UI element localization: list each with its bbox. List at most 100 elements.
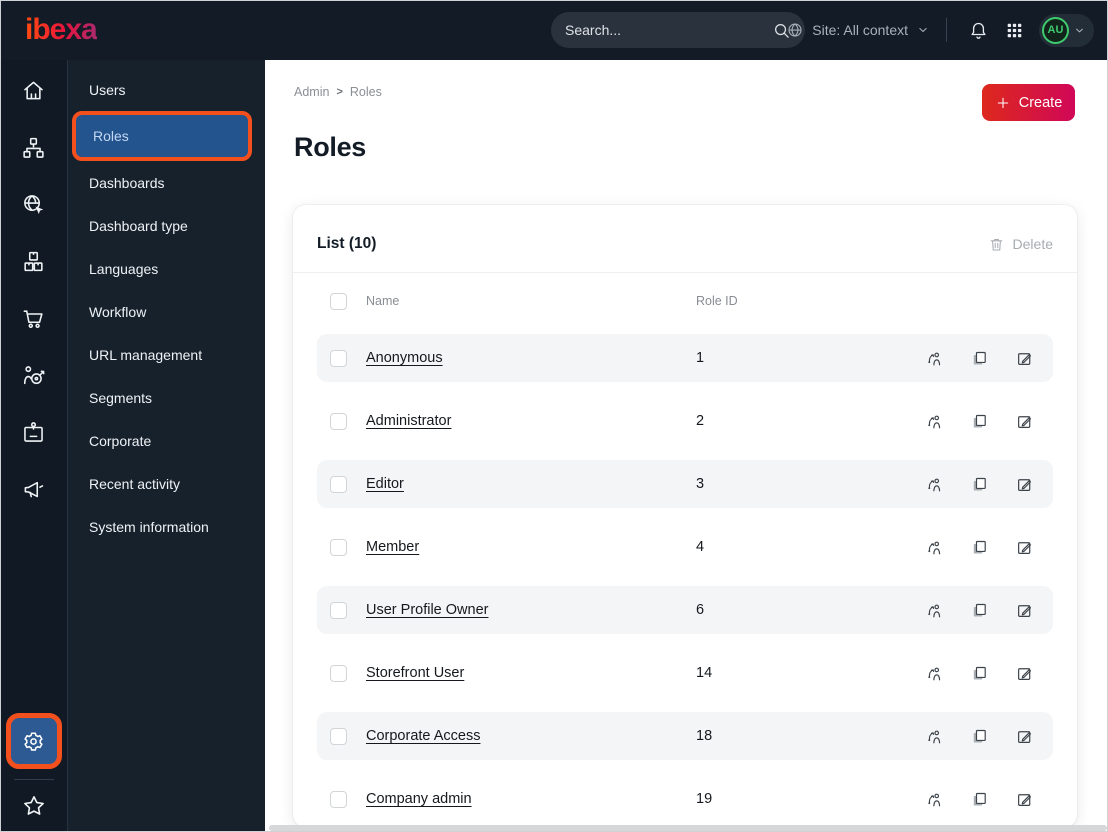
row-checkbox[interactable]	[330, 790, 347, 808]
sidebar-item-corporate[interactable]: Corporate	[68, 419, 265, 462]
row-checkbox[interactable]	[330, 412, 347, 430]
table-row: Corporate Access 18	[317, 712, 1053, 760]
role-name-link[interactable]: Administrator	[366, 413, 696, 429]
assign-user-button[interactable]	[925, 727, 944, 746]
sidebar-item-dashboards[interactable]: Dashboards	[68, 161, 265, 204]
role-name-link[interactable]: Storefront User	[366, 665, 696, 681]
column-header-name: Name	[366, 294, 400, 308]
edit-button[interactable]	[1015, 664, 1034, 683]
row-checkbox[interactable]	[330, 349, 347, 367]
column-header-role-id: Role ID	[696, 294, 738, 308]
nav-products[interactable]	[0, 233, 68, 290]
nav-admin-settings[interactable]	[5, 713, 62, 769]
role-id: 19	[696, 791, 713, 807]
sidebar-item-url-management[interactable]: URL management	[68, 333, 265, 376]
role-name-link[interactable]: Editor	[366, 476, 696, 492]
role-name-link[interactable]: User Profile Owner	[366, 602, 696, 618]
notifications-button[interactable]	[963, 15, 993, 45]
sidebar-item-dashboard-type[interactable]: Dashboard type	[68, 204, 265, 247]
role-id: 4	[696, 539, 705, 555]
global-search[interactable]	[551, 12, 805, 48]
copy-button[interactable]	[970, 538, 989, 557]
breadcrumb-admin[interactable]: Admin	[294, 85, 329, 99]
copy-button[interactable]	[970, 790, 989, 809]
edit-button[interactable]	[1015, 412, 1034, 431]
sitemap-icon	[21, 135, 46, 160]
copy-button[interactable]	[970, 727, 989, 746]
assign-user-button[interactable]	[925, 475, 944, 494]
edit-button[interactable]	[1015, 727, 1034, 746]
assign-user-button[interactable]	[925, 538, 944, 557]
topbar-divider	[946, 18, 947, 42]
sidebar-item-segments[interactable]: Segments	[68, 376, 265, 419]
copy-button[interactable]	[970, 601, 989, 620]
role-id: 18	[696, 728, 713, 744]
table-row: Administrator 2	[317, 397, 1053, 445]
horizontal-scrollbar[interactable]	[269, 825, 1107, 831]
assign-user-button[interactable]	[925, 790, 944, 809]
sidebar-item-recent-activity[interactable]: Recent activity	[68, 462, 265, 505]
badge-icon	[21, 420, 46, 445]
cart-icon	[21, 306, 46, 331]
role-name-link[interactable]: Member	[366, 539, 696, 555]
packages-icon	[21, 249, 46, 274]
table-row: Editor 3	[317, 460, 1053, 508]
edit-button[interactable]	[1015, 349, 1034, 368]
sidebar-item-workflow[interactable]: Workflow	[68, 290, 265, 333]
assign-user-button[interactable]	[925, 601, 944, 620]
sidebar-item-system-information[interactable]: System information	[68, 505, 265, 548]
sidebar-item-languages[interactable]: Languages	[68, 247, 265, 290]
ibexa-logo: ibexa	[25, 13, 98, 46]
copy-button[interactable]	[970, 664, 989, 683]
row-checkbox[interactable]	[330, 475, 347, 493]
nav-site[interactable]	[0, 176, 68, 233]
user-menu[interactable]: AU	[1039, 13, 1094, 47]
copy-button[interactable]	[970, 412, 989, 431]
create-button[interactable]: Create	[982, 84, 1075, 121]
assign-user-button[interactable]	[925, 349, 944, 368]
nav-marketing[interactable]	[0, 461, 68, 518]
row-checkbox[interactable]	[330, 727, 347, 745]
apps-grid-button[interactable]	[999, 15, 1029, 45]
main-content: Admin > Roles Create Roles List (10) Del…	[265, 60, 1108, 832]
role-name-link[interactable]: Company admin	[366, 791, 696, 807]
table-row: Member 4	[317, 523, 1053, 571]
sidebar-item-roles[interactable]: Roles	[72, 111, 252, 161]
chevron-down-icon	[916, 23, 930, 37]
home-icon	[21, 78, 46, 103]
role-name-link[interactable]: Corporate Access	[366, 728, 696, 744]
row-checkbox[interactable]	[330, 538, 347, 556]
edit-button[interactable]	[1015, 790, 1034, 809]
sidebar-item-users[interactable]: Users	[68, 68, 265, 111]
site-context-label: Site: All context	[812, 22, 908, 38]
breadcrumb: Admin > Roles	[294, 85, 382, 99]
megaphone-icon	[21, 477, 46, 502]
copy-button[interactable]	[970, 349, 989, 368]
breadcrumb-roles: Roles	[349, 85, 382, 99]
table-row: Storefront User 14	[317, 649, 1053, 697]
row-checkbox[interactable]	[330, 601, 347, 619]
assign-user-button[interactable]	[925, 412, 944, 431]
nav-personalization[interactable]	[0, 347, 68, 404]
nav-rail	[0, 60, 68, 832]
edit-button[interactable]	[1015, 538, 1034, 557]
assign-user-button[interactable]	[925, 664, 944, 683]
copy-button[interactable]	[970, 475, 989, 494]
nav-home[interactable]	[0, 62, 68, 119]
search-input[interactable]	[565, 22, 772, 38]
nav-commerce[interactable]	[0, 290, 68, 347]
edit-button[interactable]	[1015, 601, 1034, 620]
nav-bookmarks[interactable]	[0, 784, 68, 828]
gear-icon	[21, 729, 46, 754]
rail-divider	[13, 779, 54, 780]
delete-button[interactable]: Delete	[988, 236, 1053, 253]
row-checkbox[interactable]	[330, 664, 347, 682]
avatar[interactable]: AU	[1042, 16, 1069, 44]
edit-button[interactable]	[1015, 475, 1034, 494]
role-name-link[interactable]: Anonymous	[366, 350, 696, 366]
select-all-checkbox[interactable]	[330, 292, 347, 310]
globe-cursor-icon	[21, 192, 46, 217]
nav-corporate[interactable]	[0, 404, 68, 461]
nav-content-tree[interactable]	[0, 119, 68, 176]
site-context-selector[interactable]: Site: All context	[786, 21, 930, 39]
